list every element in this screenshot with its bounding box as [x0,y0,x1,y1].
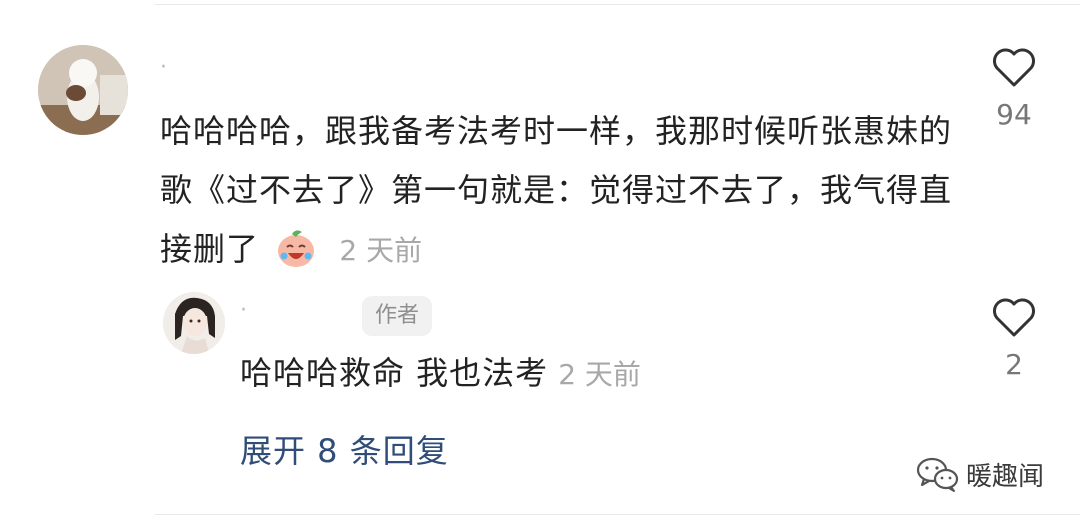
wechat-icon [916,457,959,492]
watermark: 暖趣闻 [916,454,1044,494]
heart-outline-icon[interactable] [990,45,1038,89]
reply-username[interactable]: · [240,298,350,326]
reply-body: 哈哈哈救命 我也法考 2 天前 [240,348,641,400]
reply-time: 2 天前 [558,358,641,391]
heart-outline-icon[interactable] [990,295,1038,339]
expand-replies-link[interactable]: 展开 8 条回复 [240,428,449,474]
comment-body: 哈哈哈哈，跟我备考法考时一样，我那时候听张惠妹的歌《过不去了》第一句就是：觉得过… [160,102,960,280]
comment-time: 2 天前 [339,234,423,267]
reply-like-count: 2 [1005,348,1023,381]
author-badge: 作者 [362,296,433,336]
crying-laughing-peach-emoji [278,230,315,267]
bottom-divider [155,514,1080,515]
top-divider [155,4,1080,5]
comment-like-count: 94 [996,98,1032,131]
reply-text: 哈哈哈救命 我也法考 [240,354,549,392]
avatar-dog-image [38,45,128,135]
comment-username[interactable]: · [160,55,460,85]
reply-avatar[interactable] [163,292,225,354]
avatar-girl-illustration [163,292,225,354]
watermark-text: 暖趣闻 [966,461,1045,492]
avatar[interactable] [38,45,128,135]
